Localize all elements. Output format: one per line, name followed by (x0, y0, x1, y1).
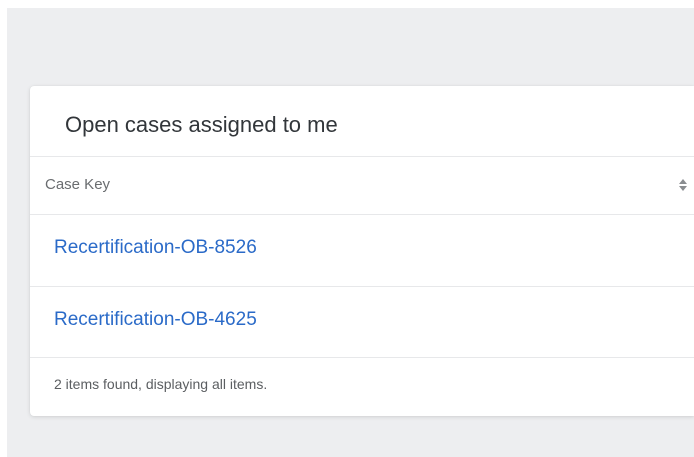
table-row[interactable]: Recertification-OB-8526 (30, 215, 694, 287)
case-key-link[interactable]: Recertification-OB-4625 (54, 309, 257, 331)
card-title: Open cases assigned to me (65, 112, 338, 137)
case-key-link[interactable]: Recertification-OB-8526 (54, 237, 257, 259)
table-header-row[interactable]: Case Key (30, 156, 694, 214)
items-count-footer: 2 items found, displaying all items. (54, 376, 268, 392)
table-row[interactable]: Recertification-OB-4625 (30, 287, 694, 359)
open-cases-card: Open cases assigned to me Case Key Recer… (30, 86, 694, 416)
column-header-case-key[interactable]: Case Key (45, 176, 110, 193)
row-divider (30, 357, 694, 358)
sort-up-down-icon[interactable] (678, 178, 688, 192)
